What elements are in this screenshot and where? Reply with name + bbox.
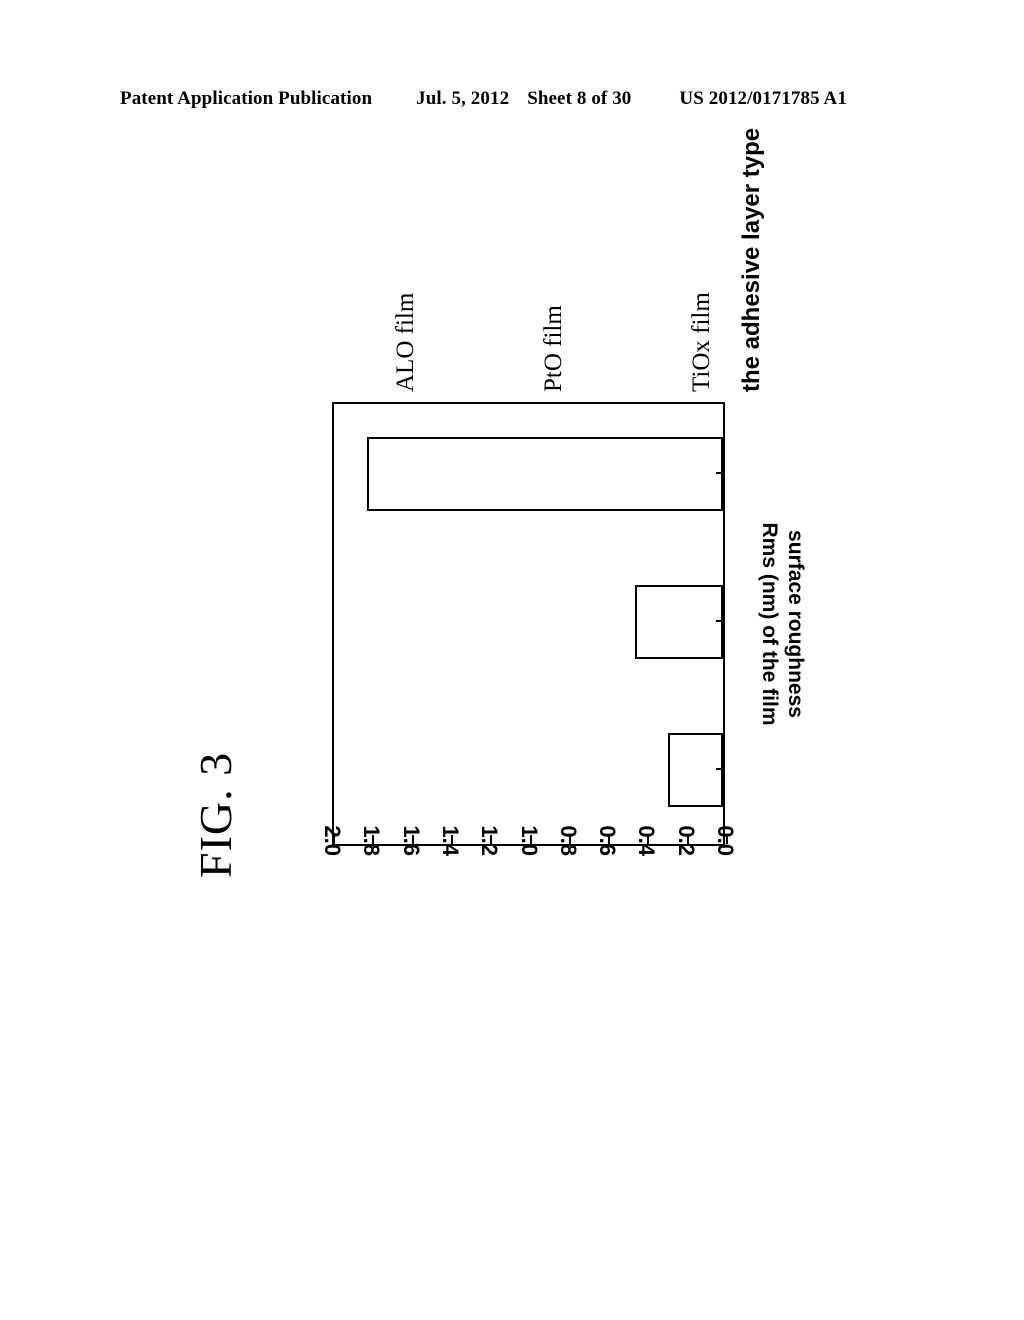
value-axis-tick-label: 0.6 (595, 825, 621, 856)
category-axis-title: the adhesive layer type (738, 127, 765, 392)
header-date-label: Jul. 5, 2012 (416, 88, 510, 109)
page-header: Patent Application Publication Jul. 5, 2… (120, 88, 910, 114)
bar (634, 585, 723, 659)
category-axis-tick (716, 768, 723, 770)
value-axis-tick-label: 1.8 (359, 825, 385, 856)
figure-caption: FIG. 3 (190, 751, 241, 878)
value-axis-tick-label: 0.0 (713, 825, 738, 856)
value-axis-tick-label: 0.8 (555, 825, 581, 856)
value-axis-tick-label: 2.0 (320, 825, 345, 856)
bar (667, 733, 723, 807)
header-sheet-label: Sheet 8 of 30 (527, 88, 632, 109)
value-axis-title-line2: Rms (nm) of the film (758, 522, 781, 726)
value-axis-tick-label: 0.4 (634, 825, 660, 856)
value-axis-title-line1: surface roughness (784, 530, 807, 718)
category-axis-label: PtO film (540, 305, 567, 392)
value-axis-tick-label: 1.0 (516, 825, 542, 856)
plot-area (332, 402, 728, 846)
category-axis-label: TiOx film (688, 292, 715, 392)
category-axis-tick (716, 620, 723, 622)
bar-chart: surface roughness Rms (nm) of the film t… (286, 128, 842, 996)
value-axis-tick-label: 1.2 (477, 825, 503, 856)
bar (367, 437, 723, 511)
value-axis-tick-label: 0.2 (673, 825, 699, 856)
value-axis-tick-label: 1.4 (437, 825, 463, 856)
header-publication-label: Patent Application Publication (120, 88, 373, 109)
value-axis-tick-label: 1.6 (398, 825, 424, 856)
category-axis-tick (716, 472, 723, 474)
value-axis-title: surface roughness Rms (nm) of the film (756, 402, 808, 846)
category-axis-label: ALO film (392, 292, 419, 392)
